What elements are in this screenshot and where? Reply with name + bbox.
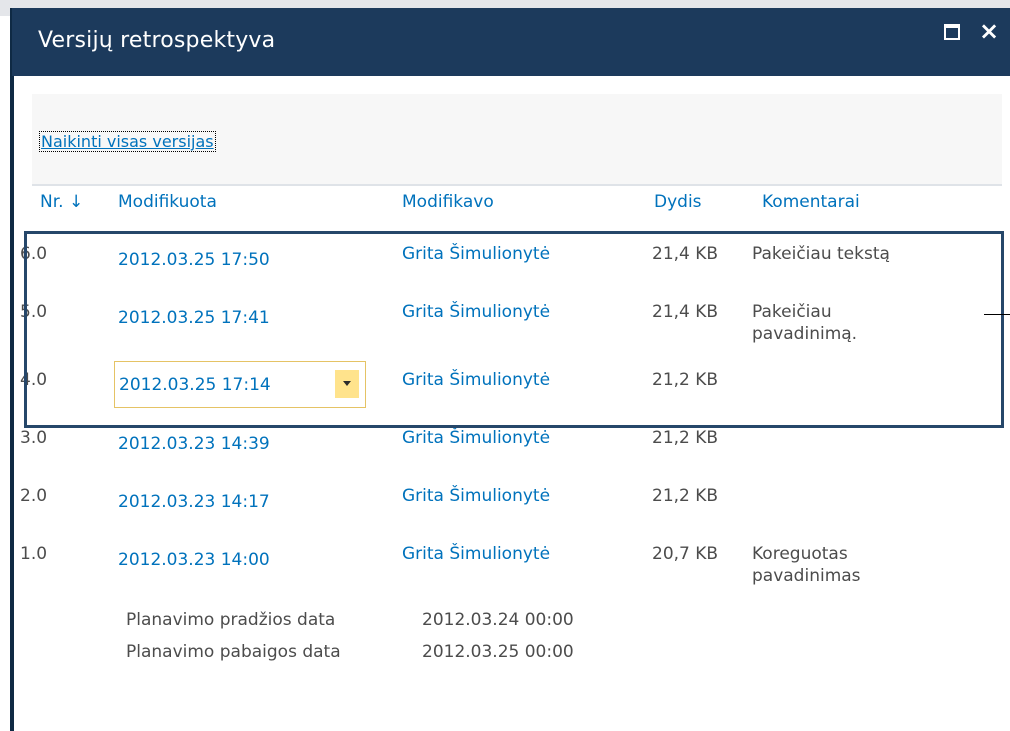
column-header-modified[interactable]: Modifikuota	[118, 192, 217, 212]
author-link[interactable]: Grita Šimulionytė	[402, 486, 550, 506]
annotation-highlight-box	[24, 231, 1004, 428]
version-comment-line-1: Koreguotas	[752, 544, 848, 564]
version-size: 21,2 KB	[652, 486, 719, 506]
dialog-title: Versijų retrospektyva	[38, 28, 276, 53]
version-size: 21,2 KB	[652, 428, 719, 448]
planning-start-value: 2012.03.24 00:00	[422, 610, 574, 630]
dialog-titlebar: Versijų retrospektyva ×	[12, 8, 1010, 76]
author-link[interactable]: Grita Šimulionytė	[402, 428, 550, 448]
column-header-comments[interactable]: Komentarai	[762, 192, 860, 212]
planning-end-label: Planavimo pabaigos data	[126, 642, 341, 662]
version-date-link[interactable]: 2012.03.23 14:17	[118, 492, 270, 512]
annotation-line	[984, 314, 1010, 315]
version-date-link[interactable]: 2012.03.23 14:00	[118, 550, 270, 570]
column-header-modified-by[interactable]: Modifikavo	[402, 192, 494, 212]
version-comment-line-2: pavadinimas	[752, 566, 861, 586]
close-icon[interactable]: ×	[976, 18, 1002, 44]
version-date-link[interactable]: 2012.03.23 14:39	[118, 434, 270, 454]
author-link[interactable]: Grita Šimulionytė	[402, 544, 550, 564]
planning-end-value: 2012.03.25 00:00	[422, 642, 574, 662]
version-history-dialog: Versijų retrospektyva × Naikinti visas v…	[10, 8, 1010, 731]
column-header-size[interactable]: Dydis	[654, 192, 702, 212]
version-number: 2.0	[20, 486, 48, 506]
version-number: 3.0	[20, 428, 48, 448]
versions-toolbar: Naikinti visas versijas	[32, 94, 1002, 186]
version-number: 1.0	[20, 544, 48, 564]
dialog-border	[12, 76, 14, 731]
delete-all-versions-link[interactable]: Naikinti visas versijas	[39, 131, 216, 152]
column-header-number[interactable]: Nr. ↓	[40, 192, 83, 212]
version-size: 20,7 KB	[652, 544, 719, 564]
planning-start-label: Planavimo pradžios data	[126, 610, 336, 630]
maximize-icon[interactable]	[944, 24, 960, 40]
